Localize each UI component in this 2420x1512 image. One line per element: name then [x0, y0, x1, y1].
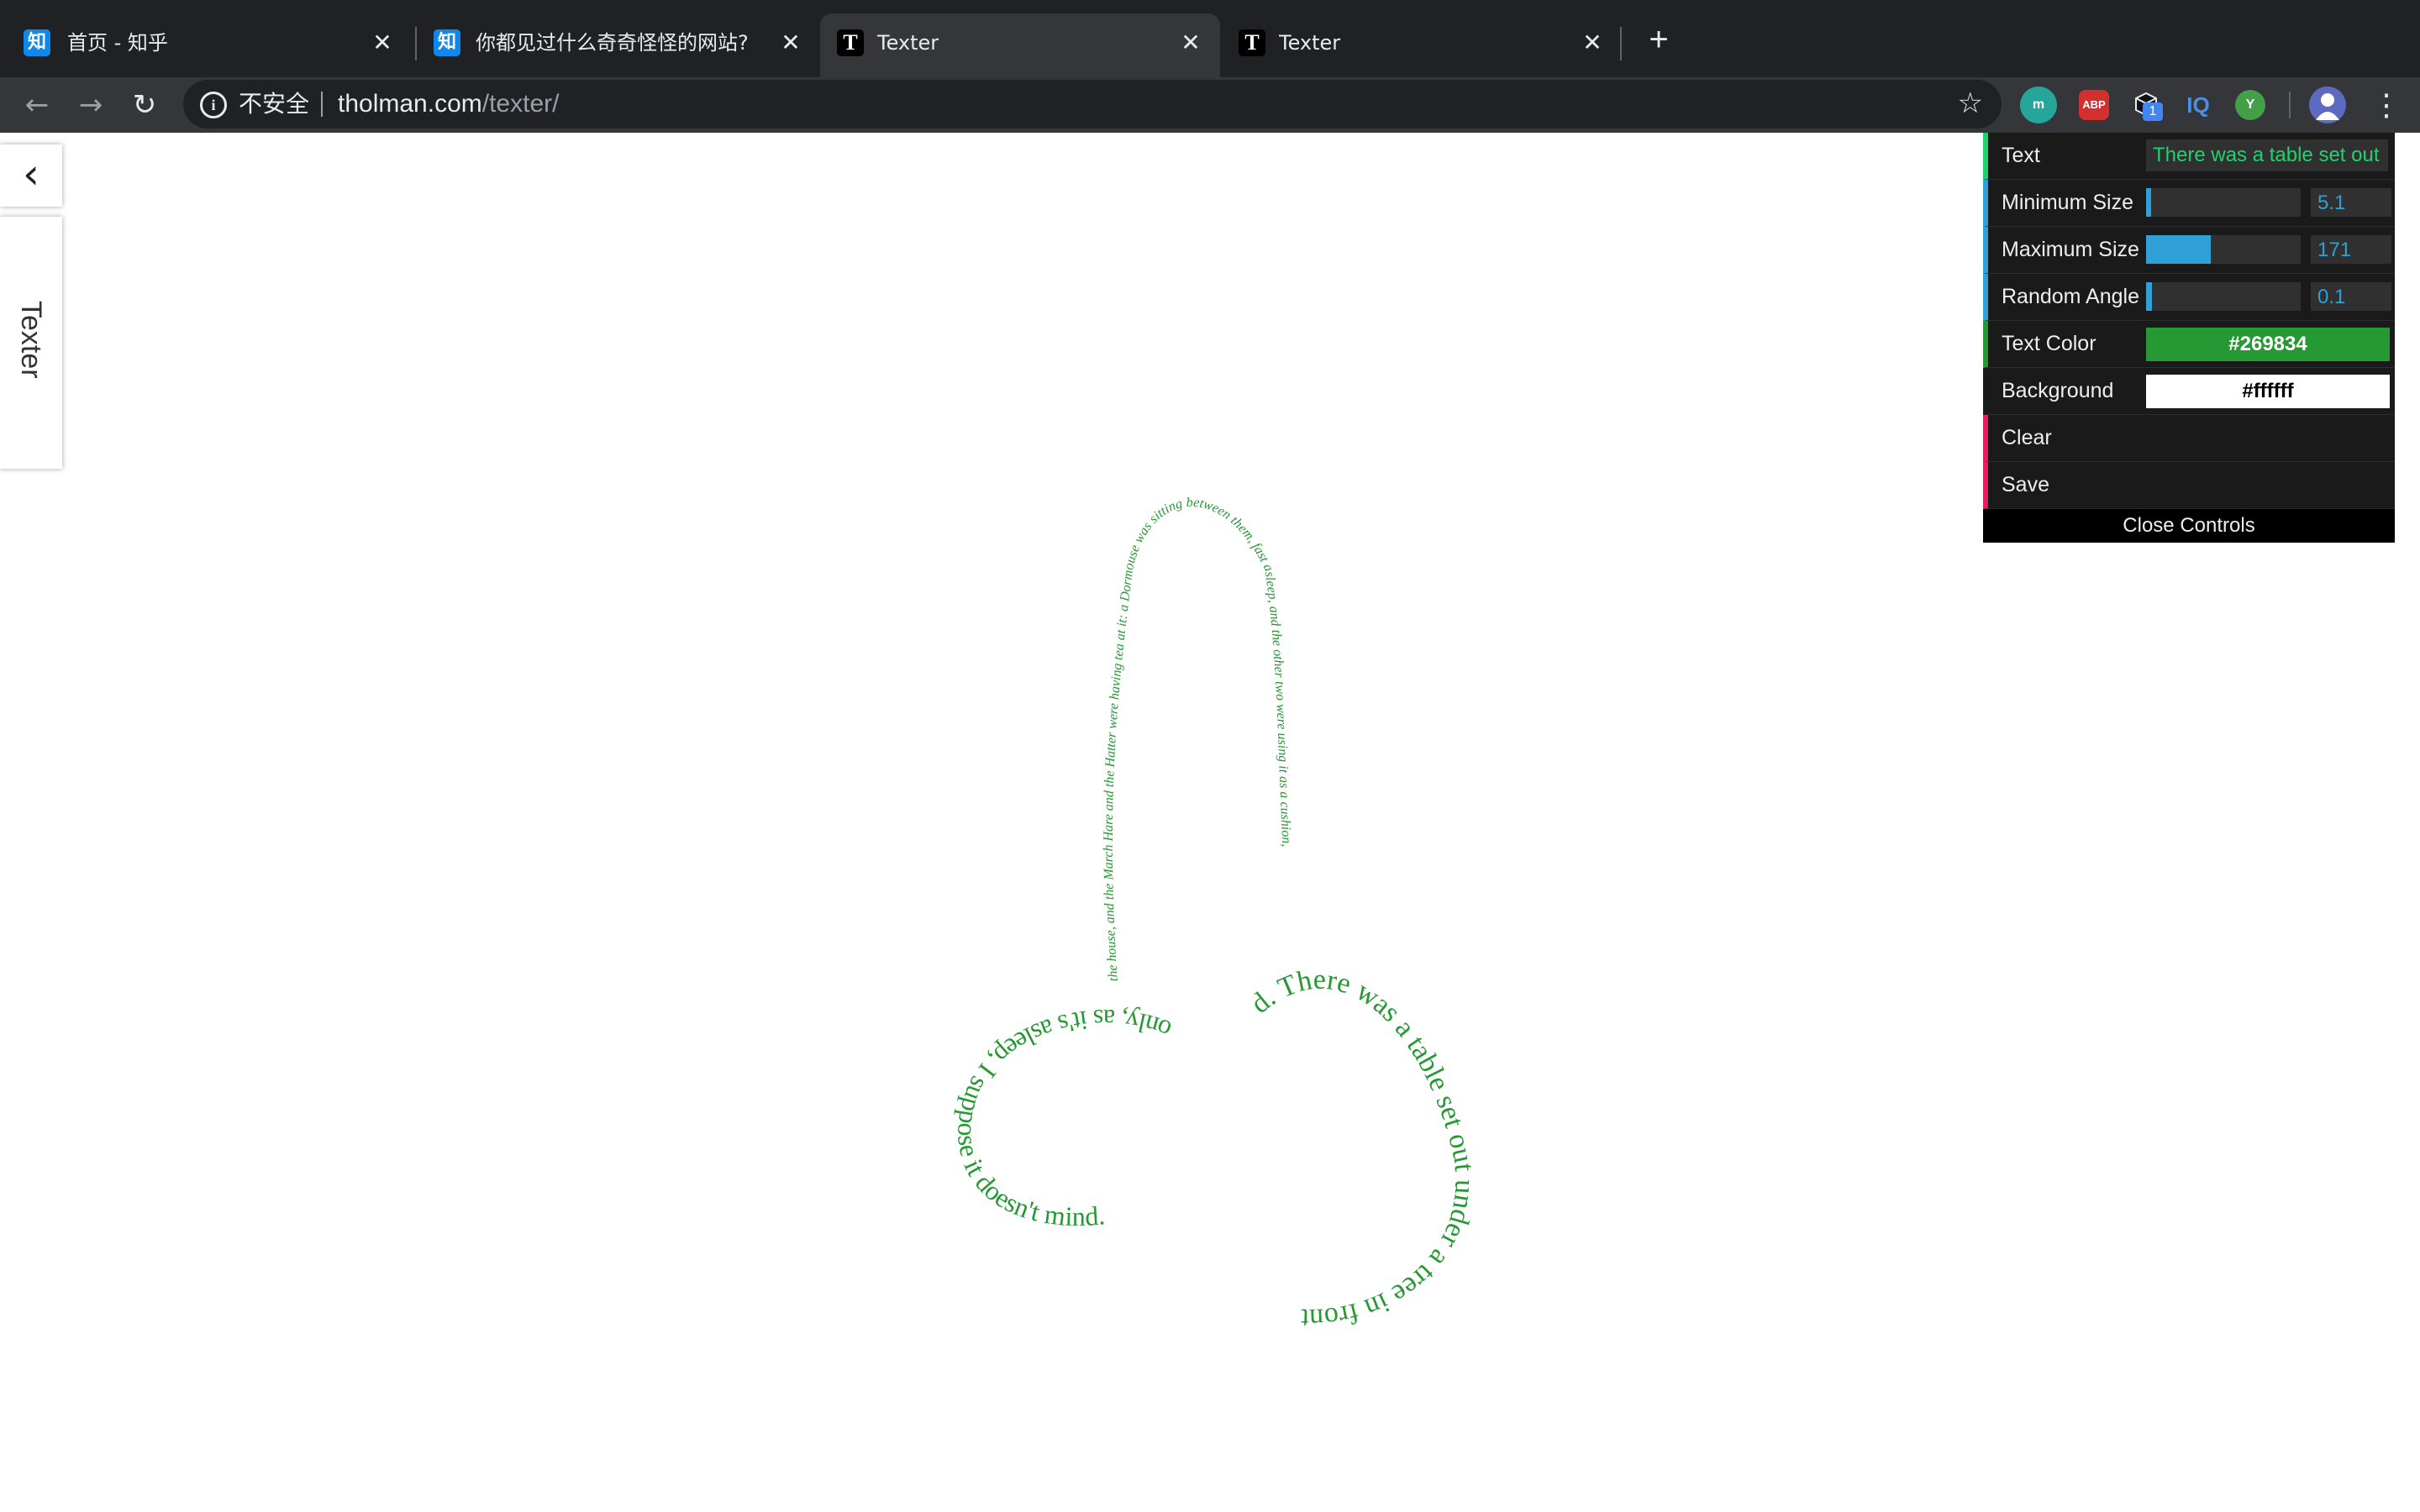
back-button[interactable]: ←	[17, 85, 57, 125]
info-icon[interactable]: i	[200, 92, 227, 118]
browser-toolbar: ← → ↻ i 不安全 tholman.com/texter/ ☆ m ABP …	[0, 77, 2420, 133]
tab-zhihu-question[interactable]: 知 你都见过什么奇奇怪怪的网站? ✕	[418, 13, 820, 77]
tab-texter[interactable]: T Texter ✕	[1222, 13, 1622, 77]
texter-favicon-icon: T	[1239, 29, 1265, 56]
tab-title: Texter	[1279, 31, 1341, 55]
min-size-input[interactable]: 5.1	[2311, 188, 2391, 217]
slider-fill	[2146, 188, 2151, 217]
min-size-control: Minimum Size 5.1	[1983, 180, 2395, 227]
toolbar-separator	[2289, 92, 2291, 118]
min-size-slider[interactable]	[2146, 188, 2301, 217]
tab-title: Texter	[877, 31, 939, 55]
random-angle-control: Random Angle 0.1	[1983, 274, 2395, 321]
url-path: /texter/	[481, 90, 560, 118]
address-bar[interactable]: i 不安全 tholman.com/texter/ ☆	[183, 80, 2002, 129]
url-text[interactable]: tholman.com/texter/	[338, 90, 559, 118]
control-label: Text	[2002, 144, 2040, 167]
controls-panel: Text There was a table set out Minimum S…	[1983, 133, 2395, 543]
drawn-text-stroke-1: the house, and the March Hare and the Ha…	[1102, 496, 1294, 982]
bookmark-star-icon[interactable]: ☆	[1958, 87, 1983, 120]
slider-fill	[2146, 282, 2153, 311]
close-tab-icon[interactable]: ✕	[776, 29, 805, 57]
tab-texter-active[interactable]: T Texter ✕	[820, 13, 1220, 77]
drawn-text-stroke-2: d. There was a table set out under a tre…	[1245, 964, 1481, 1334]
profile-avatar[interactable]	[2309, 87, 2346, 123]
extension-badge: 1	[2143, 102, 2163, 121]
control-label: Maximum Size	[2002, 238, 2139, 261]
adblock-plus-icon[interactable]: ABP	[2079, 90, 2109, 120]
control-label: Save	[2002, 473, 2049, 496]
control-label: Text Color	[2002, 332, 2096, 355]
text-input[interactable]: There was a table set out	[2146, 139, 2388, 171]
tab-strip: 知 首页 - 知乎 ✕ 知 你都见过什么奇奇怪怪的网站? ✕ T Texter …	[0, 0, 2420, 77]
forward-button[interactable]: →	[71, 85, 111, 125]
random-angle-slider[interactable]	[2146, 282, 2301, 311]
max-size-control: Maximum Size 171	[1983, 227, 2395, 274]
tab-title: 你都见过什么奇奇怪怪的网站?	[476, 31, 749, 55]
clear-button[interactable]: Clear	[1983, 415, 2395, 462]
text-control: Text There was a table set out	[1983, 133, 2395, 180]
texter-favicon-icon: T	[837, 29, 864, 56]
text-color-control: Text Color #269834	[1983, 321, 2395, 368]
m-extension-icon[interactable]: m	[2020, 87, 2057, 123]
iq-extension-icon[interactable]: IQ	[2180, 87, 2217, 123]
zhihu-favicon-icon: 知	[24, 29, 50, 56]
background-color-swatch[interactable]: #ffffff	[2146, 375, 2390, 408]
close-tab-icon[interactable]: ✕	[1176, 29, 1205, 57]
url-host: tholman.com	[338, 90, 482, 118]
max-size-slider[interactable]	[2146, 235, 2301, 264]
omnibox-divider	[321, 92, 323, 117]
close-tab-icon[interactable]: ✕	[1578, 29, 1607, 57]
drawn-text-stroke-3: only, as it's asleep, I suppose it doesn…	[952, 1004, 1175, 1231]
random-angle-input[interactable]: 0.1	[2311, 282, 2391, 311]
close-tab-icon[interactable]: ✕	[368, 29, 397, 57]
close-controls-button[interactable]: Close Controls	[1983, 509, 2395, 543]
background-control: Background #ffffff	[1983, 368, 2395, 415]
security-label[interactable]: 不安全	[239, 90, 309, 118]
tab-zhihu-home[interactable]: 知 首页 - 知乎 ✕	[0, 13, 412, 77]
slider-fill	[2146, 235, 2212, 264]
browser-menu-icon[interactable]: ⋮	[2371, 86, 2402, 124]
control-label: Background	[2002, 379, 2114, 402]
control-label: Minimum Size	[2002, 191, 2133, 214]
tab-separator	[415, 27, 417, 60]
tab-separator	[1620, 27, 1622, 60]
control-label: Clear	[2002, 426, 2052, 449]
y-extension-icon[interactable]: Y	[2235, 90, 2265, 120]
new-tab-button[interactable]: +	[1639, 20, 1679, 60]
save-button[interactable]: Save	[1983, 462, 2395, 509]
control-label: Random Angle	[2002, 285, 2140, 308]
zhihu-favicon-icon: 知	[434, 29, 460, 56]
text-color-swatch[interactable]: #269834	[2146, 328, 2390, 361]
tab-title: 首页 - 知乎	[67, 31, 168, 55]
max-size-input[interactable]: 171	[2311, 235, 2391, 264]
reload-button[interactable]: ↻	[124, 85, 165, 125]
